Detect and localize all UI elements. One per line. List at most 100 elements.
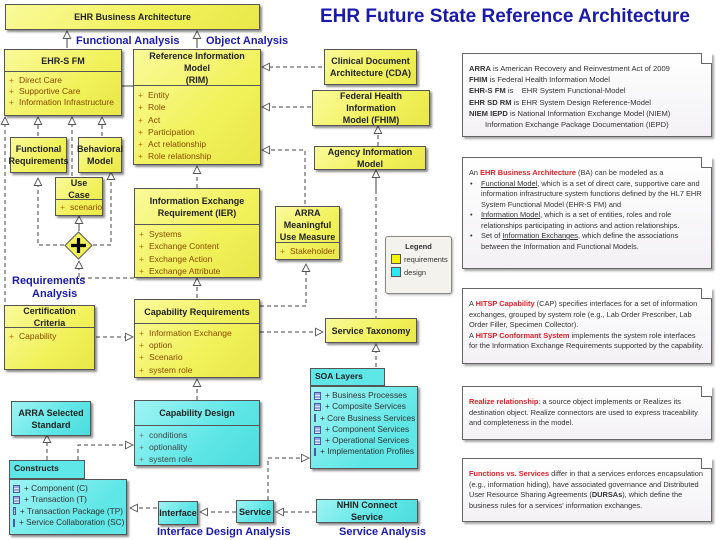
attribute-list: + scenario	[56, 200, 102, 215]
box-arra-meaningful-use-measure[interactable]: ARRA Meaningful Use Measure + Stakeholder	[275, 206, 340, 260]
attribute-list: + Entity + Role + Act + Participation + Act r…	[134, 86, 260, 165]
package-item: + Composite Services	[314, 401, 414, 412]
box-title-line: Information Exchange	[149, 195, 245, 206]
connector-capreq-to-arramu	[260, 264, 306, 307]
box-title: ARRA Meaningful Use Measure	[276, 207, 339, 243]
box-title: Functional Requirements	[8, 138, 68, 172]
attribute-list: + Information Exchange + option + Scenario …	[135, 324, 259, 378]
box-service[interactable]: Service	[236, 500, 274, 523]
attribute: + Act	[138, 114, 161, 125]
class-icon	[13, 484, 20, 493]
label-service-analysis: Service Analysis	[339, 526, 427, 538]
label-object-analysis: Object Analysis	[206, 35, 289, 47]
note-intro: An EHR Business Architecture (BA) can be…	[469, 168, 664, 177]
package-constructs-tab[interactable]: Constructs	[9, 460, 85, 479]
box-ehr-business-architecture[interactable]: EHR Business Architecture	[5, 4, 260, 30]
box-title: Information Exchange Requirement (IER)	[135, 189, 259, 225]
class-icon	[314, 425, 321, 434]
legend-item-design: design	[391, 267, 451, 277]
attribute: + system role	[139, 364, 193, 375]
note-acronyms: ARRA is American Recovery and Reinvestme…	[462, 53, 712, 137]
label-requirements-analysis: Requirements Analysis	[12, 275, 85, 301]
package-item: + Core Business Services	[314, 413, 415, 424]
box-functional-requirements[interactable]: Functional Requirements	[8, 137, 69, 173]
note-fold-icon	[701, 157, 712, 168]
note-fold-icon	[701, 53, 712, 64]
note-realize-relationship: Realize relationship: a source object im…	[462, 386, 712, 440]
box-title-line: ARRA Selected	[18, 407, 84, 418]
box-ier[interactable]: Information Exchange Requirement (IER) +…	[134, 188, 260, 278]
box-title-line: Use Measure	[279, 231, 336, 242]
class-icon	[314, 391, 321, 400]
package-soa-layers-tab[interactable]: SOA Layers	[310, 368, 385, 386]
note-paragraph: Functions vs. Services differ in that a …	[469, 469, 704, 510]
box-title-line: Federal Health Information	[339, 91, 403, 113]
legend-item-requirements: requirements	[391, 254, 451, 264]
acronym-line: NIEM IEPD is National Information Exchan…	[469, 108, 671, 118]
attribute: + Supportive Care	[9, 86, 81, 96]
box-arra-selected-standard[interactable]: ARRA Selected Standard	[11, 401, 91, 436]
box-title-line: Model (FHIM)	[342, 115, 400, 125]
box-title-line: Clinical Document	[331, 56, 410, 66]
legend-swatch-cyan	[391, 267, 401, 277]
box-interface[interactable]: Interface	[158, 501, 198, 525]
box-title: Agency Information Model	[327, 147, 413, 169]
box-agency-information-model[interactable]: Agency Information Model	[314, 146, 426, 170]
class-icon	[314, 414, 316, 423]
attribute: + Systems	[139, 229, 182, 239]
note-fold-icon	[701, 386, 712, 397]
box-title: Service Taxonomy	[331, 325, 411, 336]
box-capability-design[interactable]: Capability Design + conditions + optionali…	[134, 400, 260, 466]
note-bullet: Set of Information Exchanges, which defi…	[470, 231, 705, 252]
box-title: Use Case	[56, 178, 102, 200]
legend-label: requirements	[404, 254, 448, 264]
acronym-line: EHR-S FM is EHR System Functional-Model	[469, 86, 626, 96]
box-title: Interface	[159, 508, 197, 518]
legend: Legend requirements design	[385, 236, 452, 294]
attribute-list: + Systems + Exchange Content + Exchange Act…	[135, 225, 259, 279]
attribute: + optionality	[139, 442, 188, 452]
box-title: Clinical Document Architecture (CDA)	[325, 50, 416, 84]
box-title: Service	[238, 506, 272, 517]
box-title-line: (RIM)	[185, 74, 209, 85]
box-title: EHR Business Architecture	[74, 12, 191, 22]
note-functions-vs-services: Functions vs. Services differ in that a …	[462, 458, 712, 522]
attribute-list: + Capability	[5, 328, 94, 344]
box-title: NHIN Connect Service	[336, 500, 398, 522]
box-certification-criteria[interactable]: Certification Criteria + Capability	[4, 305, 95, 370]
box-title-line: Requirement (IER)	[157, 207, 237, 218]
box-use-case[interactable]: Use Case + scenario	[55, 177, 103, 216]
box-cda[interactable]: Clinical Document Architecture (CDA)	[324, 49, 417, 85]
box-capability-requirements[interactable]: Capability Requirements + Information Exc…	[134, 299, 260, 378]
attribute: + option	[139, 340, 173, 351]
package-item: + Component Services	[314, 424, 414, 435]
package-soa-layers[interactable]: + Business Processes + Composite Service…	[310, 386, 418, 469]
box-ehr-s-fm[interactable]: EHR-S FM + Direct Care + Supportive Care +…	[4, 49, 122, 116]
legend-title: Legend	[405, 242, 432, 251]
attribute: + Scenario	[139, 352, 183, 363]
attribute: + Exchange Action	[139, 253, 213, 264]
attribute-list: + Direct Care + Supportive Care + Informati…	[5, 72, 121, 110]
box-title: Capability Requirements	[135, 300, 259, 324]
acronym-line: ARRA is American Recovery and Reinvestme…	[469, 64, 670, 73]
box-nhin-connect-service[interactable]: NHIN Connect Service	[316, 499, 418, 523]
attribute: + Entity	[138, 90, 170, 100]
attribute: + Stakeholder	[280, 246, 336, 256]
attribute: + Role	[138, 102, 166, 113]
class-icon	[13, 495, 20, 504]
note-bullet: Information Model, which is a set of ent…	[470, 210, 705, 231]
package-item: + Transaction (T)	[13, 494, 123, 505]
box-service-taxonomy[interactable]: Service Taxonomy	[325, 318, 417, 343]
class-icon	[314, 402, 321, 411]
package-item: + Transaction Package (TP)	[13, 506, 123, 517]
box-fhim[interactable]: Federal Health Information Model (FHIM)	[312, 90, 430, 126]
box-title-line: Standard	[31, 419, 71, 430]
box-title-line: Model	[87, 156, 113, 166]
package-item: + Operational Services	[314, 435, 414, 446]
package-constructs[interactable]: + Component (C) + Transaction (T) + Tran…	[9, 479, 127, 535]
box-title: Behavioral Model	[77, 138, 123, 172]
attribute: + Exchange Attribute	[139, 265, 221, 276]
box-rim[interactable]: Reference Information Model (RIM) + Entit…	[133, 49, 261, 165]
attribute: + Information Exchange	[139, 328, 232, 338]
box-behavioral-model[interactable]: Behavioral Model	[77, 137, 123, 173]
